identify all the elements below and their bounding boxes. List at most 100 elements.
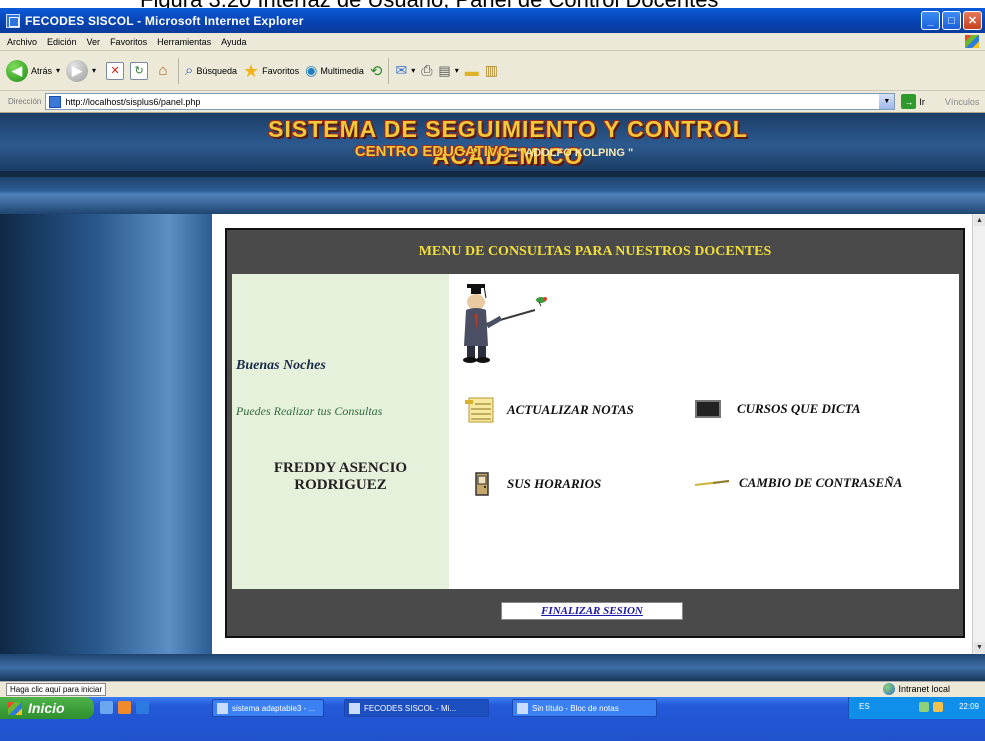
folder-button[interactable]: ▬: [465, 57, 479, 85]
start-button[interactable]: Inicio: [0, 697, 94, 719]
panel-title: MENU DE CONSULTAS PARA NUESTROS DOCENTES: [418, 244, 772, 259]
scroll-up-icon[interactable]: ▲: [974, 215, 985, 226]
intranet-icon: [883, 683, 896, 695]
menu-herramientas[interactable]: Herramientas: [157, 37, 211, 47]
system-tray: ES 22:09: [848, 697, 985, 719]
user-name-line2: RODRIGUEZ: [294, 477, 387, 493]
notes-list-icon: [465, 397, 494, 423]
window-titlebar: FECODES SISCOL - Microsoft Internet Expl…: [0, 8, 985, 33]
ie-window-icon: [6, 13, 20, 28]
print-icon: ⎙: [421, 62, 433, 78]
screen: Figura 3.20 Interfaz de Usuario, Panel d…: [0, 0, 985, 741]
subtitle-main: CENTRO EDUCATIVO: [354, 143, 510, 160]
search-button[interactable]: ⌕ Búsqueda: [185, 57, 237, 85]
windows-logo-icon: [965, 35, 979, 48]
edit-dropdown-icon[interactable]: ▾: [455, 66, 459, 75]
menu-ver[interactable]: Ver: [87, 37, 101, 47]
folder-icon: ▬: [464, 62, 479, 79]
menu-edicion[interactable]: Edición: [47, 37, 77, 47]
user-name: FREDDY ASENCIO RODRIGUEZ: [232, 460, 449, 494]
header-divider: [0, 171, 985, 177]
change-password-label: CAMBIO DE CONTRASEÑA: [739, 475, 903, 490]
window-title: FECODES SISCOL - Microsoft Internet Expl…: [25, 13, 304, 28]
logout-link[interactable]: FINALIZAR SESION: [501, 602, 683, 620]
multimedia-button[interactable]: ◉ Multimedia: [305, 57, 364, 85]
volume-icon[interactable]: [933, 702, 943, 712]
back-button[interactable]: ◀ Atrás ▾: [6, 57, 60, 85]
research-button[interactable]: ▥: [485, 57, 498, 85]
mail-dropdown-icon[interactable]: ▾: [411, 66, 415, 75]
stop-icon[interactable]: ✕: [106, 61, 125, 80]
menu-ayuda[interactable]: Ayuda: [221, 37, 246, 47]
ie-icon[interactable]: [136, 701, 149, 714]
key-line-icon: [695, 480, 730, 486]
go-arrow-icon[interactable]: →: [901, 94, 917, 109]
research-icon: ▥: [484, 62, 498, 78]
menu-archivo[interactable]: Archivo: [7, 37, 37, 47]
go-button[interactable]: Ir: [919, 97, 925, 107]
security-zone: Intranet local: [883, 683, 950, 695]
menu-bar: Archivo Edición Ver Favoritos Herramient…: [0, 33, 985, 51]
teacher-menu-panel: MENU DE CONSULTAS PARA NUESTROS DOCENTES…: [225, 228, 965, 638]
notepad-icon: [517, 702, 528, 714]
network-icon[interactable]: [919, 702, 929, 712]
media-icon[interactable]: [118, 701, 131, 714]
forward-dropdown-icon[interactable]: ▾: [92, 66, 96, 75]
task-label: Sin título - Bloc de notas: [532, 703, 619, 713]
courses-option[interactable]: CURSOS QUE DICTA: [695, 400, 861, 418]
change-password-option[interactable]: CAMBIO DE CONTRASEÑA: [695, 475, 902, 491]
page-icon: [49, 95, 62, 108]
forward-button[interactable]: ▶ ▾: [66, 57, 96, 85]
address-label: Dirección: [8, 97, 42, 106]
greeting-text: Buenas Noches: [236, 358, 326, 373]
multimedia-label: Multimedia: [320, 65, 364, 76]
schedules-label: SUS HORARIOS: [507, 476, 602, 491]
task-window-icon: [217, 702, 228, 714]
consult-text: Puedes Realizar tus Consultas: [236, 404, 383, 418]
browser-toolbar: ◀ Atrás ▾ ▶ ▾ ✕ ↻ ⌂ ⌕ Búsqueda ★ Favorit…: [0, 51, 985, 91]
links-button[interactable]: Vínculos: [945, 97, 980, 107]
language-indicator[interactable]: ES: [859, 702, 870, 711]
back-dropdown-icon[interactable]: ▾: [56, 66, 60, 75]
task-item[interactable]: sistema adaptable3 - ...: [212, 699, 324, 717]
menu-favoritos[interactable]: Favoritos: [110, 37, 147, 47]
site-subtitle: CENTRO EDUCATIVO :" ADOLFO KOLPING ": [284, 143, 704, 160]
task-item-active[interactable]: FECODES SISCOL - Mi...: [344, 699, 489, 717]
site-header: SISTEMA DE SEGUIMIENTO Y CONTROL ACADEMI…: [0, 113, 985, 171]
user-name-line1: FREDDY ASENCIO: [273, 460, 408, 476]
history-button[interactable]: ⟲: [370, 57, 383, 85]
task-item[interactable]: Sin título - Bloc de notas: [512, 699, 657, 717]
refresh-icon[interactable]: ↻: [130, 61, 149, 80]
favorites-button[interactable]: ★ Favoritos: [243, 57, 299, 85]
scroll-down-icon[interactable]: ▼: [974, 642, 985, 653]
favorites-label: Favoritos: [262, 65, 300, 76]
desktop-icon[interactable]: [100, 701, 113, 714]
search-icon: ⌕: [185, 62, 194, 79]
footer-band: [0, 654, 985, 681]
edit-button[interactable]: ▤ ▾: [438, 57, 458, 85]
header-band: [0, 171, 985, 214]
windows-taskbar: Inicio sistema adaptable3 - ... FECODES …: [0, 697, 985, 741]
search-label: Búsqueda: [196, 65, 237, 76]
mail-button[interactable]: ✉ ▾: [395, 57, 415, 85]
home-icon[interactable]: ⌂: [154, 62, 172, 80]
print-button[interactable]: ⎙: [421, 57, 432, 85]
update-grades-label: ACTUALIZAR NOTAS: [507, 402, 634, 417]
address-dropdown-icon[interactable]: ▼: [879, 94, 895, 109]
status-bar: Haga clic aquí para iniciar Intranet loc…: [0, 681, 985, 697]
update-grades-option[interactable]: ACTUALIZAR NOTAS: [465, 396, 634, 424]
vertical-scrollbar[interactable]: ▲ ▼: [972, 214, 985, 654]
minimize-button[interactable]: _: [921, 11, 940, 30]
schedules-option[interactable]: SUS HORARIOS: [475, 472, 601, 496]
task-label: FECODES SISCOL - Mi...: [364, 703, 457, 713]
task-label: sistema adaptable3 - ...: [232, 703, 316, 713]
left-decoration: [0, 214, 212, 654]
task-window-icon: [349, 702, 360, 714]
start-label: Inicio: [28, 700, 65, 716]
teacher-graduate-icon: [463, 284, 547, 363]
user-info-column: Buenas Noches Puedes Realizar tus Consul…: [232, 274, 449, 589]
address-input[interactable]: http://localhost/sisplus6/panel.php ▼: [45, 93, 896, 110]
back-label: Atrás: [31, 65, 53, 76]
maximize-button[interactable]: □: [942, 11, 961, 30]
close-button[interactable]: ✕: [963, 11, 982, 30]
